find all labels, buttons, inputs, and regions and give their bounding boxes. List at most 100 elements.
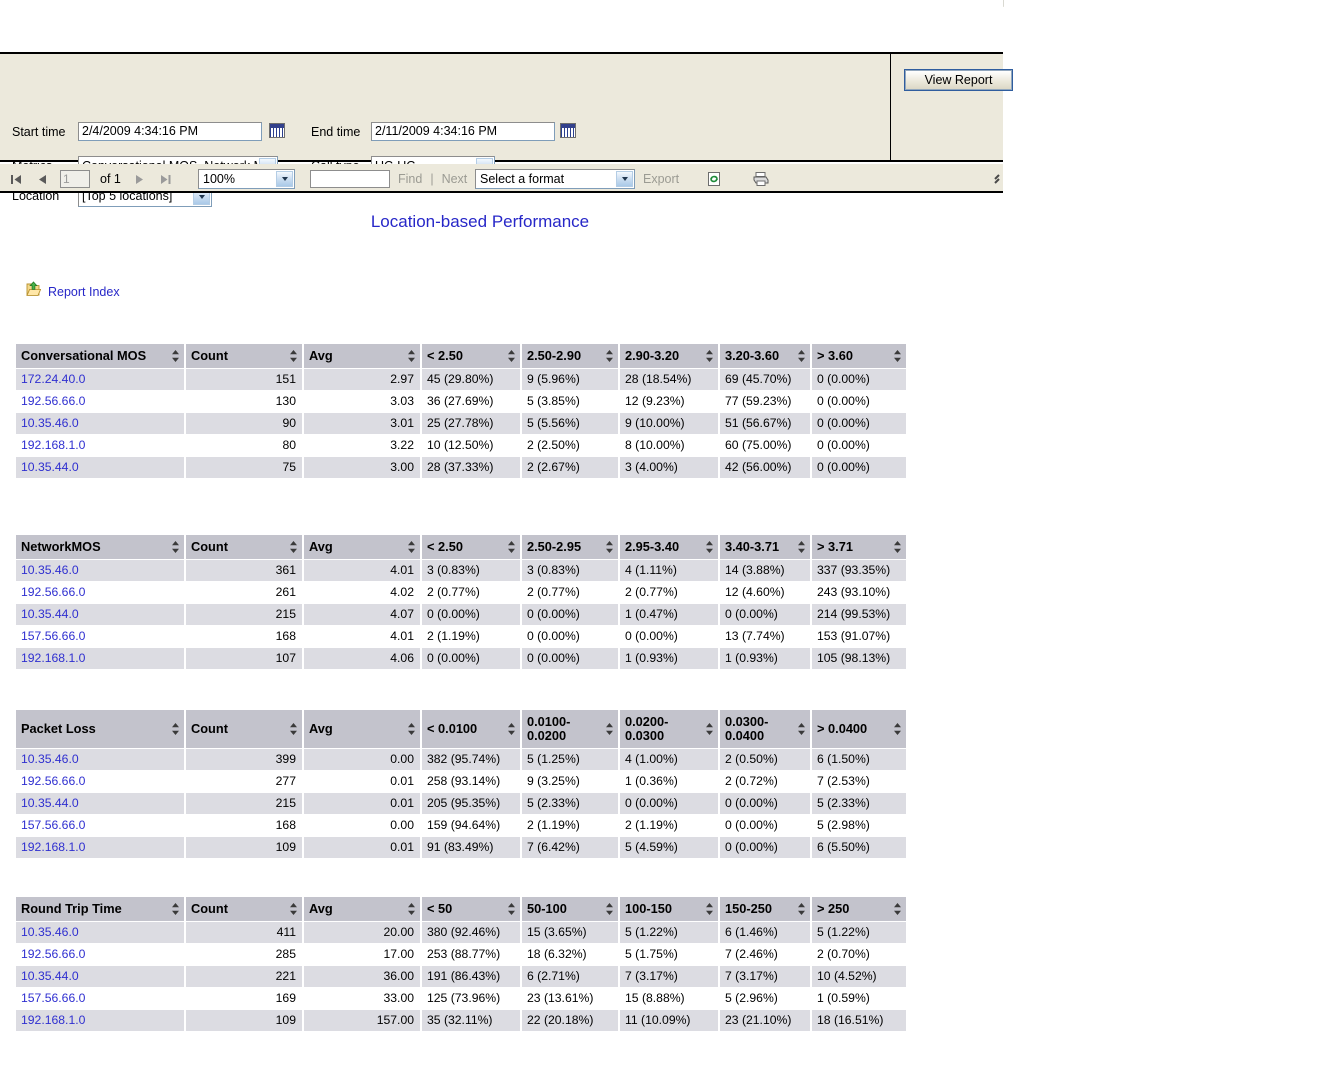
chevron-down-icon[interactable] bbox=[276, 170, 293, 187]
location-cell[interactable]: 192.168.1.0 bbox=[16, 648, 184, 669]
next-page-icon[interactable] bbox=[131, 171, 147, 187]
location-cell[interactable]: 192.168.1.0 bbox=[16, 1010, 184, 1031]
column-header[interactable]: 2.90-3.20 bbox=[620, 344, 718, 368]
column-header[interactable]: 0.0200-​0.0300 bbox=[620, 710, 718, 748]
print-icon[interactable] bbox=[752, 171, 769, 187]
column-header[interactable]: 150-250 bbox=[720, 897, 810, 921]
column-header[interactable]: 2.50-2.90 bbox=[522, 344, 618, 368]
column-header[interactable]: > 0.0400 bbox=[812, 710, 906, 748]
location-link[interactable]: 172.24.40.0 bbox=[21, 372, 85, 386]
view-report-button[interactable]: View Report bbox=[904, 69, 1013, 91]
location-link[interactable]: 192.56.66.0 bbox=[21, 774, 85, 788]
location-link[interactable]: 10.35.46.0 bbox=[21, 752, 79, 766]
location-cell[interactable]: 10.35.44.0 bbox=[16, 793, 184, 814]
location-cell[interactable]: 10.35.44.0 bbox=[16, 604, 184, 625]
sort-toggle-icon[interactable] bbox=[290, 541, 297, 553]
column-header[interactable]: < 2.50 bbox=[422, 535, 520, 559]
sort-toggle-icon[interactable] bbox=[290, 350, 297, 362]
sort-toggle-icon[interactable] bbox=[408, 350, 415, 362]
sort-toggle-icon[interactable] bbox=[408, 723, 415, 735]
column-header[interactable]: 100-150 bbox=[620, 897, 718, 921]
location-link[interactable]: 192.56.66.0 bbox=[21, 947, 85, 961]
sort-toggle-icon[interactable] bbox=[894, 723, 901, 735]
sort-toggle-icon[interactable] bbox=[606, 903, 613, 915]
column-header[interactable]: 0.0100-​0.0200 bbox=[522, 710, 618, 748]
column-header[interactable]: 2.50-2.95 bbox=[522, 535, 618, 559]
location-cell[interactable]: 192.56.66.0 bbox=[16, 582, 184, 603]
column-header[interactable]: 50-100 bbox=[522, 897, 618, 921]
location-cell[interactable]: 10.35.46.0 bbox=[16, 922, 184, 943]
location-link[interactable]: 10.35.46.0 bbox=[21, 563, 79, 577]
start-time-input[interactable]: 2/4/2009 4:34:16 PM bbox=[78, 122, 262, 141]
sort-toggle-icon[interactable] bbox=[798, 903, 805, 915]
column-header[interactable]: 2.95-3.40 bbox=[620, 535, 718, 559]
sort-toggle-icon[interactable] bbox=[894, 903, 901, 915]
sort-toggle-icon[interactable] bbox=[894, 541, 901, 553]
calendar-icon[interactable] bbox=[269, 123, 285, 138]
location-link[interactable]: 192.168.1.0 bbox=[21, 1013, 85, 1027]
sort-toggle-icon[interactable] bbox=[706, 723, 713, 735]
calendar-icon[interactable] bbox=[560, 123, 576, 138]
zoom-select[interactable]: 100% bbox=[198, 168, 295, 189]
location-link[interactable]: 10.35.44.0 bbox=[21, 796, 79, 810]
column-header[interactable]: Avg bbox=[304, 897, 420, 921]
export-button[interactable]: Export bbox=[643, 172, 679, 186]
chevron-down-icon[interactable] bbox=[616, 170, 633, 187]
sort-toggle-icon[interactable] bbox=[290, 903, 297, 915]
column-header[interactable]: > 3.71 bbox=[812, 535, 906, 559]
location-cell[interactable]: 192.56.66.0 bbox=[16, 391, 184, 412]
refresh-icon[interactable] bbox=[706, 171, 722, 187]
column-header[interactable]: Conversational MOS bbox=[16, 344, 184, 368]
sort-toggle-icon[interactable] bbox=[706, 541, 713, 553]
location-cell[interactable]: 157.56.66.0 bbox=[16, 626, 184, 647]
location-link[interactable]: 10.35.46.0 bbox=[21, 925, 79, 939]
column-header[interactable]: 0.0300-​0.0400 bbox=[720, 710, 810, 748]
column-header[interactable]: Avg bbox=[304, 535, 420, 559]
location-link[interactable]: 192.168.1.0 bbox=[21, 438, 85, 452]
find-input[interactable] bbox=[310, 169, 390, 188]
first-page-icon[interactable] bbox=[8, 171, 24, 187]
location-link[interactable]: 192.168.1.0 bbox=[21, 840, 85, 854]
previous-page-icon[interactable] bbox=[34, 171, 50, 187]
location-cell[interactable]: 192.56.66.0 bbox=[16, 944, 184, 965]
sort-toggle-icon[interactable] bbox=[508, 903, 515, 915]
location-cell[interactable]: 157.56.66.0 bbox=[16, 988, 184, 1009]
sort-toggle-icon[interactable] bbox=[172, 723, 179, 735]
location-cell[interactable]: 10.35.44.0 bbox=[16, 457, 184, 478]
sort-toggle-icon[interactable] bbox=[606, 350, 613, 362]
location-link[interactable]: 10.35.46.0 bbox=[21, 416, 79, 430]
sort-toggle-icon[interactable] bbox=[798, 541, 805, 553]
column-header[interactable]: Packet Loss bbox=[16, 710, 184, 748]
column-header[interactable]: Round Trip Time bbox=[16, 897, 184, 921]
sort-toggle-icon[interactable] bbox=[408, 903, 415, 915]
sort-toggle-icon[interactable] bbox=[508, 541, 515, 553]
location-link[interactable]: 157.56.66.0 bbox=[21, 629, 85, 643]
sort-toggle-icon[interactable] bbox=[606, 723, 613, 735]
column-header[interactable]: Count bbox=[186, 344, 302, 368]
location-cell[interactable]: 192.168.1.0 bbox=[16, 837, 184, 858]
sort-toggle-icon[interactable] bbox=[706, 903, 713, 915]
column-header[interactable]: NetworkMOS bbox=[16, 535, 184, 559]
location-cell[interactable]: 10.35.46.0 bbox=[16, 560, 184, 581]
column-header[interactable]: < 2.50 bbox=[422, 344, 520, 368]
location-link[interactable]: 10.35.44.0 bbox=[21, 460, 79, 474]
sort-toggle-icon[interactable] bbox=[172, 350, 179, 362]
find-button[interactable]: Find bbox=[398, 172, 422, 186]
report-index-link[interactable]: Report Index bbox=[26, 281, 120, 302]
column-header[interactable]: > 3.60 bbox=[812, 344, 906, 368]
location-link[interactable]: 192.56.66.0 bbox=[21, 394, 85, 408]
export-format-select[interactable]: Select a format bbox=[475, 168, 635, 189]
sort-toggle-icon[interactable] bbox=[706, 350, 713, 362]
column-header[interactable]: Count bbox=[186, 897, 302, 921]
column-header[interactable]: Count bbox=[186, 710, 302, 748]
location-link[interactable]: 10.35.44.0 bbox=[21, 607, 79, 621]
column-header[interactable]: Avg bbox=[304, 710, 420, 748]
sort-toggle-icon[interactable] bbox=[172, 903, 179, 915]
column-header[interactable]: < 0.0100 bbox=[422, 710, 520, 748]
column-header[interactable]: 3.40-3.71 bbox=[720, 535, 810, 559]
location-cell[interactable]: 192.56.66.0 bbox=[16, 771, 184, 792]
location-link[interactable]: 10.35.44.0 bbox=[21, 969, 79, 983]
end-time-input[interactable]: 2/11/2009 4:34:16 PM bbox=[371, 122, 555, 141]
location-link[interactable]: 192.168.1.0 bbox=[21, 651, 85, 665]
sort-toggle-icon[interactable] bbox=[290, 723, 297, 735]
